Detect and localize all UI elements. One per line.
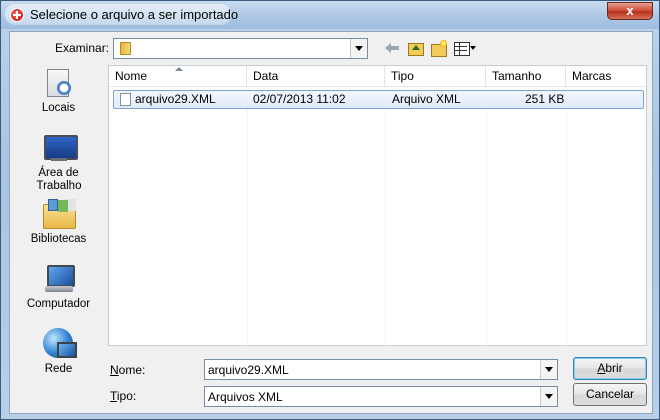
column-header: Nome Data Tipo Tamanho Marcas <box>109 66 646 87</box>
label-text: ipo: <box>116 389 137 403</box>
hotkey-letter: T <box>110 389 117 403</box>
network-icon <box>42 328 77 360</box>
recent-places-icon <box>43 67 75 99</box>
column-divider <box>566 87 567 346</box>
chevron-down-icon[interactable] <box>540 360 557 379</box>
column-label: Data <box>253 69 279 83</box>
hotkey-letter: N <box>110 363 119 377</box>
column-label: Nome <box>115 69 148 83</box>
dialog-title: Selecione o arquivo a ser importado <box>30 7 239 22</box>
place-label: Computador <box>26 298 91 310</box>
file-type: Arquivo XML <box>392 92 461 106</box>
file-name-label: Nome: <box>110 363 145 377</box>
label-text: ome: <box>118 363 146 377</box>
file-date: 02/07/2013 11:02 <box>253 92 346 106</box>
column-date[interactable]: Data <box>247 66 385 87</box>
file-name: arquivo29.XML <box>135 92 216 106</box>
folder-icon <box>120 42 131 55</box>
place-computer[interactable]: Computador <box>10 263 107 311</box>
dialog-body: Examinar: Locais Área de Trabalho Biblio… <box>9 31 653 414</box>
column-tags[interactable]: Marcas <box>566 66 646 87</box>
column-label: Tamanho <box>492 69 542 83</box>
place-label: Bibliotecas <box>30 233 87 245</box>
file-row[interactable]: arquivo29.XML 02/07/2013 11:02 Arquivo X… <box>113 90 644 109</box>
view-menu-icon[interactable] <box>454 40 478 56</box>
column-divider <box>486 87 487 346</box>
column-divider <box>247 87 248 346</box>
app-icon <box>10 8 24 22</box>
place-libraries[interactable]: Bibliotecas <box>10 198 107 246</box>
look-in-label: Examinar: <box>55 41 110 55</box>
new-folder-icon[interactable] <box>430 40 448 57</box>
back-arrow-icon[interactable] <box>385 40 403 56</box>
file-open-dialog: Selecione o arquivo a ser importado x Ex… <box>0 0 660 420</box>
chevron-down-icon[interactable] <box>350 39 367 58</box>
file-name-value: arquivo29.XML <box>208 363 289 377</box>
title-bar[interactable]: Selecione o arquivo a ser importado x <box>1 1 659 29</box>
place-desktop[interactable]: Área de Trabalho <box>10 132 107 193</box>
place-label: Rede <box>44 363 73 375</box>
column-label: Marcas <box>572 69 612 83</box>
button-label: brir <box>605 361 623 375</box>
chevron-down-icon[interactable] <box>540 387 557 406</box>
file-size: 251 KB <box>525 92 565 106</box>
place-label: Locais <box>41 102 76 114</box>
open-button[interactable]: Abrir <box>573 357 647 380</box>
place-recent[interactable]: Locais <box>10 67 107 115</box>
column-size[interactable]: Tamanho <box>486 66 566 87</box>
column-divider <box>385 87 386 346</box>
up-folder-icon[interactable] <box>407 40 425 56</box>
cancel-button[interactable]: Cancelar <box>573 383 647 406</box>
place-network[interactable]: Rede <box>10 328 107 376</box>
computer-icon <box>43 263 75 295</box>
close-button[interactable]: x <box>607 2 653 20</box>
column-name[interactable]: Nome <box>109 66 247 87</box>
look-in-combo[interactable] <box>113 38 368 59</box>
file-type-select[interactable]: Arquivos XML <box>204 386 558 407</box>
libraries-icon <box>42 198 76 230</box>
file-list[interactable]: Nome Data Tipo Tamanho Marcas arquivo29.… <box>108 65 647 346</box>
places-bar: Locais Área de Trabalho Bibliotecas Comp… <box>10 65 107 375</box>
file-type-label: Tipo: <box>110 389 136 403</box>
place-label: Área de Trabalho <box>36 167 82 192</box>
desktop-icon <box>43 132 78 164</box>
column-label: Tipo <box>391 69 414 83</box>
xml-file-icon <box>120 93 131 106</box>
sort-ascending-icon <box>175 67 183 71</box>
column-type[interactable]: Tipo <box>385 66 486 87</box>
file-name-input[interactable]: arquivo29.XML <box>204 359 558 380</box>
file-type-value: Arquivos XML <box>208 390 283 404</box>
